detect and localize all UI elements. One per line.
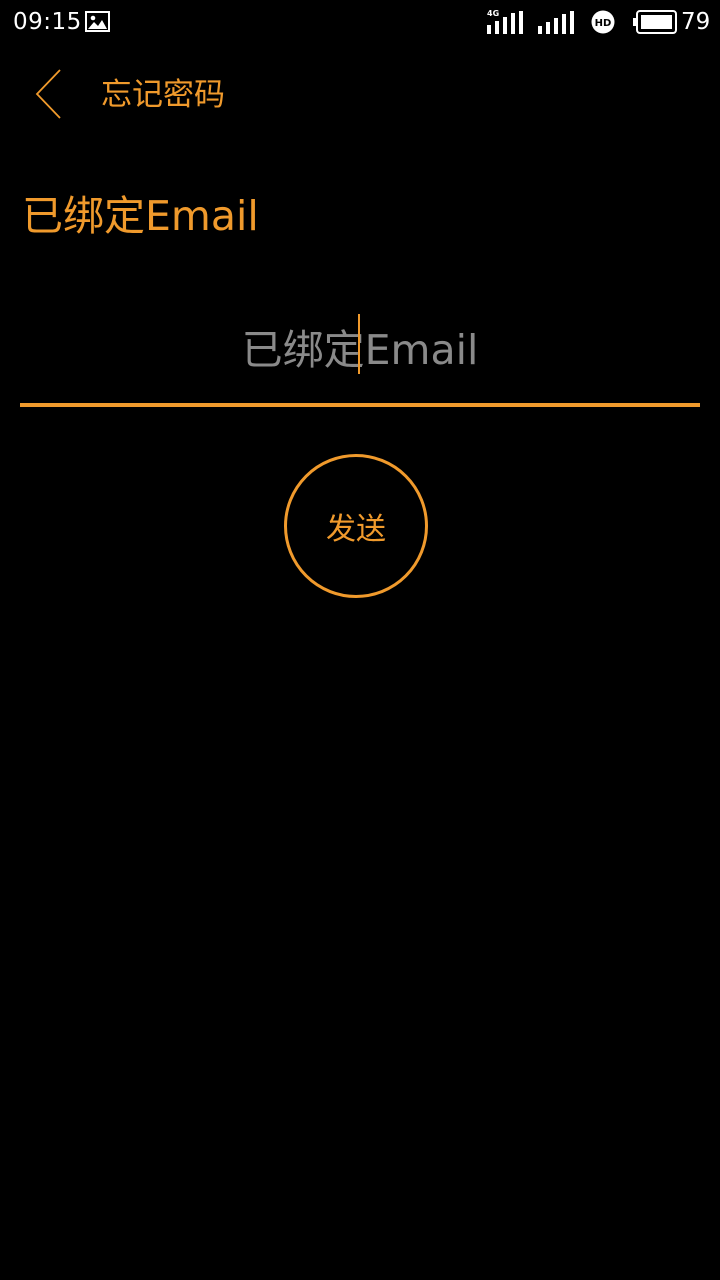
battery-level-text: 79 [681, 9, 711, 35]
send-button[interactable]: 发送 [284, 454, 428, 598]
signal-icon [538, 11, 574, 34]
page-title: 忘记密码 [101, 77, 225, 113]
chevron-left-icon [35, 69, 61, 119]
hd-icon: HD [591, 10, 615, 34]
email-field [20, 300, 700, 404]
gallery-icon [85, 11, 110, 32]
signal-icon [487, 11, 523, 34]
email-section-label: 已绑定Email [22, 192, 259, 240]
status-bar: 09:15 4G HD 79 [0, 0, 720, 44]
email-field-underline [20, 403, 700, 407]
email-input[interactable] [20, 300, 700, 400]
battery-icon [633, 10, 677, 34]
text-caret [358, 314, 360, 374]
svg-text:HD: HD [595, 18, 612, 29]
status-time: 09:15 [13, 9, 82, 35]
back-button[interactable] [22, 62, 74, 126]
